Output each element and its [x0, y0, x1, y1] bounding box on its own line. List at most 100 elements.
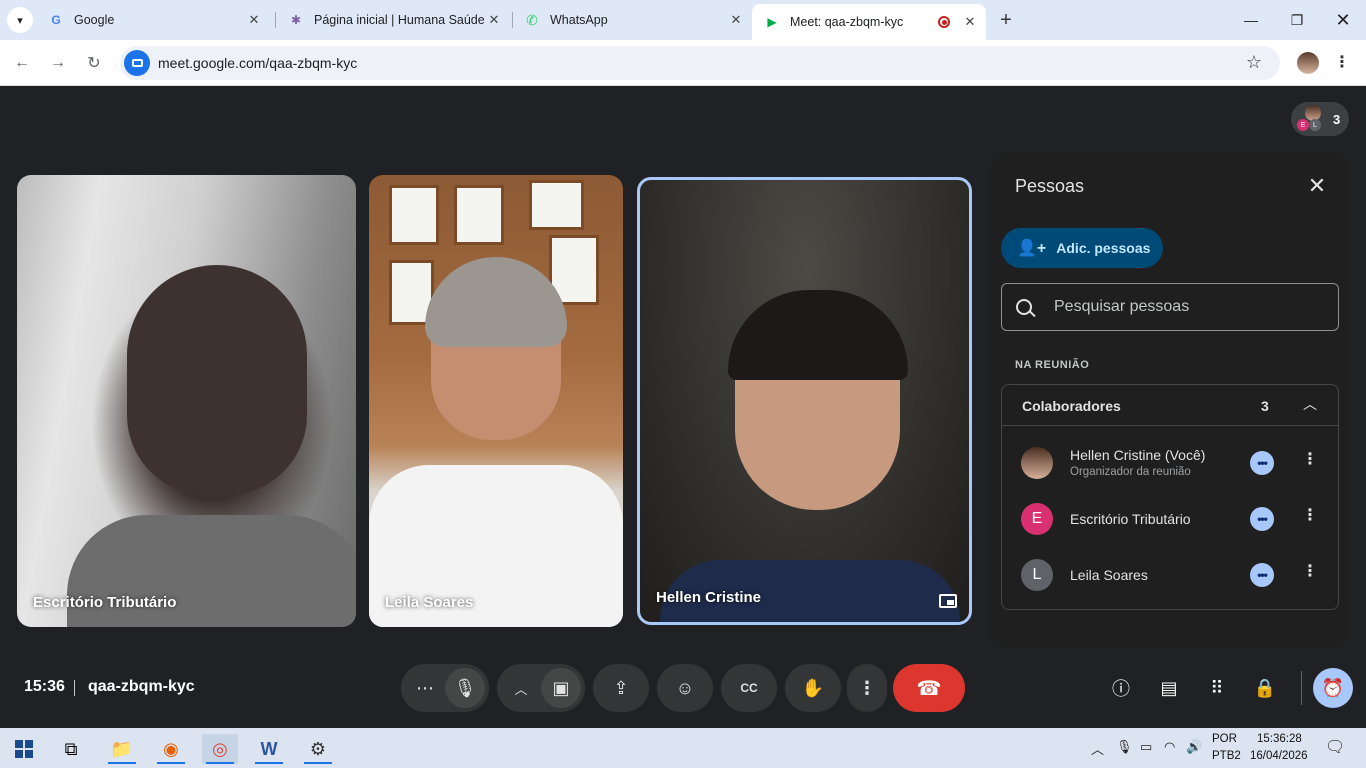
captions-icon[interactable]: CC: [721, 664, 777, 712]
word-icon[interactable]: W: [251, 734, 287, 764]
video-tile-hellen-self[interactable]: Hellen Cristine: [637, 177, 972, 625]
tab-google[interactable]: G Google ✕: [36, 4, 270, 36]
browser-menu-icon[interactable]: ⋮: [1334, 52, 1350, 72]
microphone-icon[interactable]: 🎙: [445, 668, 485, 708]
tab-close-icon[interactable]: ✕: [484, 10, 504, 30]
windows-start-icon[interactable]: [6, 734, 42, 764]
file-explorer-icon[interactable]: 📁: [104, 734, 140, 764]
add-person-icon: 👤+: [1017, 240, 1047, 257]
divider: [74, 680, 75, 696]
video-tile-leila[interactable]: Leila Soares: [369, 175, 623, 627]
tile-name: Hellen Cristine: [656, 589, 762, 606]
list-item: L Leila Soares ••• ⋮: [1002, 547, 1338, 603]
person-role: Organizador da reunião: [1070, 466, 1191, 478]
audio-options-icon[interactable]: ⋯: [405, 668, 445, 708]
clock-date[interactable]: 16/04/2026: [1250, 750, 1308, 762]
tab-close-icon[interactable]: ✕: [244, 10, 264, 30]
tab-humana-saude[interactable]: ✱ Página inicial | Humana Saúde ✕: [276, 4, 510, 36]
whatsapp-favicon-icon: ✆: [526, 11, 538, 28]
more-options-icon[interactable]: •••: [1250, 507, 1274, 531]
participants-chip[interactable]: E L 3: [1291, 102, 1349, 136]
tab-close-icon[interactable]: ✕: [960, 12, 980, 32]
chrome-icon[interactable]: ◎: [202, 734, 238, 764]
person-name: Leila Soares: [1070, 567, 1148, 583]
person-name: Escritório Tributário: [1070, 511, 1191, 527]
avatar: E: [1021, 503, 1053, 535]
tab-label: Google: [74, 13, 115, 27]
tab-label: Meet: qaa-zbqm-kyc: [790, 15, 904, 29]
participant-avatars: E L: [1297, 105, 1325, 133]
search-placeholder: Pesquisar pessoas: [1054, 298, 1190, 315]
keyboard-layout[interactable]: PTB2: [1212, 750, 1241, 762]
tile-name: Escritório Tributário: [33, 594, 177, 611]
section-label: NA REUNIÃO: [1015, 359, 1090, 371]
window-close-icon[interactable]: ✕: [1323, 6, 1363, 34]
group-header[interactable]: Colaboradores 3 ︿: [1002, 385, 1338, 426]
chevron-up-icon[interactable]: ︿: [1300, 394, 1320, 414]
video-options-chevron-icon[interactable]: ︿: [501, 668, 541, 708]
new-tab-icon[interactable]: +: [994, 8, 1018, 32]
meet-site-icon[interactable]: [124, 50, 150, 76]
present-screen-icon[interactable]: ⇪: [593, 664, 649, 712]
tile-name: Leila Soares: [385, 594, 474, 611]
chat-icon[interactable]: ▤: [1155, 674, 1183, 702]
minimize-icon[interactable]: —: [1231, 6, 1271, 34]
meeting-time: 15:36: [24, 678, 65, 695]
address-bar[interactable]: meet.google.com/qaa-zbqm-kyc ☆: [120, 46, 1280, 80]
raise-hand-icon[interactable]: ✋: [785, 664, 841, 712]
more-options-icon[interactable]: •••: [1250, 563, 1274, 587]
firefox-icon[interactable]: ◉: [153, 734, 189, 764]
settings-gear-icon[interactable]: ⚙: [300, 734, 336, 764]
clock-time[interactable]: 15:36:28: [1257, 733, 1302, 745]
collaborators-group: Colaboradores 3 ︿ Hellen Cristine (Você)…: [1001, 384, 1339, 610]
humana-favicon-icon: ✱: [290, 13, 302, 27]
reload-icon[interactable]: ↻: [81, 50, 107, 76]
more-options-icon[interactable]: •••: [1250, 451, 1274, 475]
participant-count: 3: [1333, 111, 1341, 127]
meeting-info-icon[interactable]: ⓘ: [1107, 674, 1135, 702]
restore-icon[interactable]: ❐: [1277, 6, 1317, 34]
host-controls-icon[interactable]: 🔒: [1251, 674, 1279, 702]
url-text: meet.google.com/qaa-zbqm-kyc: [158, 55, 358, 71]
people-panel: Pessoas ✕ 👤+ Adic. pessoas Pesquisar pes…: [990, 153, 1350, 647]
emoji-icon[interactable]: ☺: [657, 664, 713, 712]
group-title: Colaboradores: [1022, 398, 1121, 414]
close-panel-icon[interactable]: ✕: [1304, 173, 1330, 199]
add-people-button[interactable]: 👤+ Adic. pessoas: [1001, 228, 1163, 268]
wifi-icon[interactable]: ◠: [1164, 739, 1175, 755]
panel-title: Pessoas: [1015, 176, 1085, 196]
input-language[interactable]: POR: [1212, 733, 1237, 745]
tab-close-icon[interactable]: ✕: [726, 10, 746, 30]
tab-meet[interactable]: ▶ Meet: qaa-zbqm-kyc ✕: [752, 4, 986, 40]
avatar: E: [1297, 119, 1309, 131]
volume-icon[interactable]: 🔊: [1186, 739, 1202, 755]
person-name: Hellen Cristine (Você): [1070, 447, 1206, 463]
tab-search-chevron-icon[interactable]: ▾: [7, 7, 33, 33]
search-people-input[interactable]: Pesquisar pessoas: [1001, 283, 1339, 331]
meet-favicon-icon: ▶: [767, 15, 777, 29]
video-tile-escritorio[interactable]: Escritório Tributário: [17, 175, 356, 627]
camera-icon[interactable]: ▣: [541, 668, 581, 708]
more-options-icon[interactable]: ⋮: [847, 664, 887, 712]
list-item: E Escritório Tributário ••• ⋮: [1002, 491, 1338, 547]
forward-icon[interactable]: →: [45, 50, 71, 76]
browser-toolbar: ← → ↻ meet.google.com/qaa-zbqm-kyc ☆ ⋮: [0, 40, 1366, 86]
person-menu-icon[interactable]: ⋮: [1302, 561, 1318, 581]
bookmark-star-icon[interactable]: ☆: [1246, 52, 1262, 73]
profile-avatar[interactable]: [1297, 52, 1319, 74]
end-call-icon[interactable]: ☎: [893, 664, 965, 712]
timer-icon[interactable]: ⏰: [1313, 668, 1353, 708]
tab-label: Página inicial | Humana Saúde: [314, 13, 484, 27]
person-menu-icon[interactable]: ⋮: [1302, 449, 1318, 469]
tab-whatsapp[interactable]: ✆ WhatsApp ✕: [512, 4, 752, 36]
picture-in-picture-icon[interactable]: [939, 594, 957, 608]
activities-icon[interactable]: ⠿: [1203, 674, 1231, 702]
person-menu-icon[interactable]: ⋮: [1302, 505, 1318, 525]
tray-microphone-icon[interactable]: 🎙: [1116, 739, 1133, 755]
tray-chevron-up-icon[interactable]: ︿: [1091, 739, 1104, 758]
notifications-icon[interactable]: 🗨: [1325, 737, 1345, 757]
participant-video: [67, 265, 356, 627]
back-icon[interactable]: ←: [9, 50, 35, 76]
battery-icon[interactable]: ▭: [1140, 739, 1152, 755]
task-view-icon[interactable]: ⧉: [53, 734, 89, 764]
